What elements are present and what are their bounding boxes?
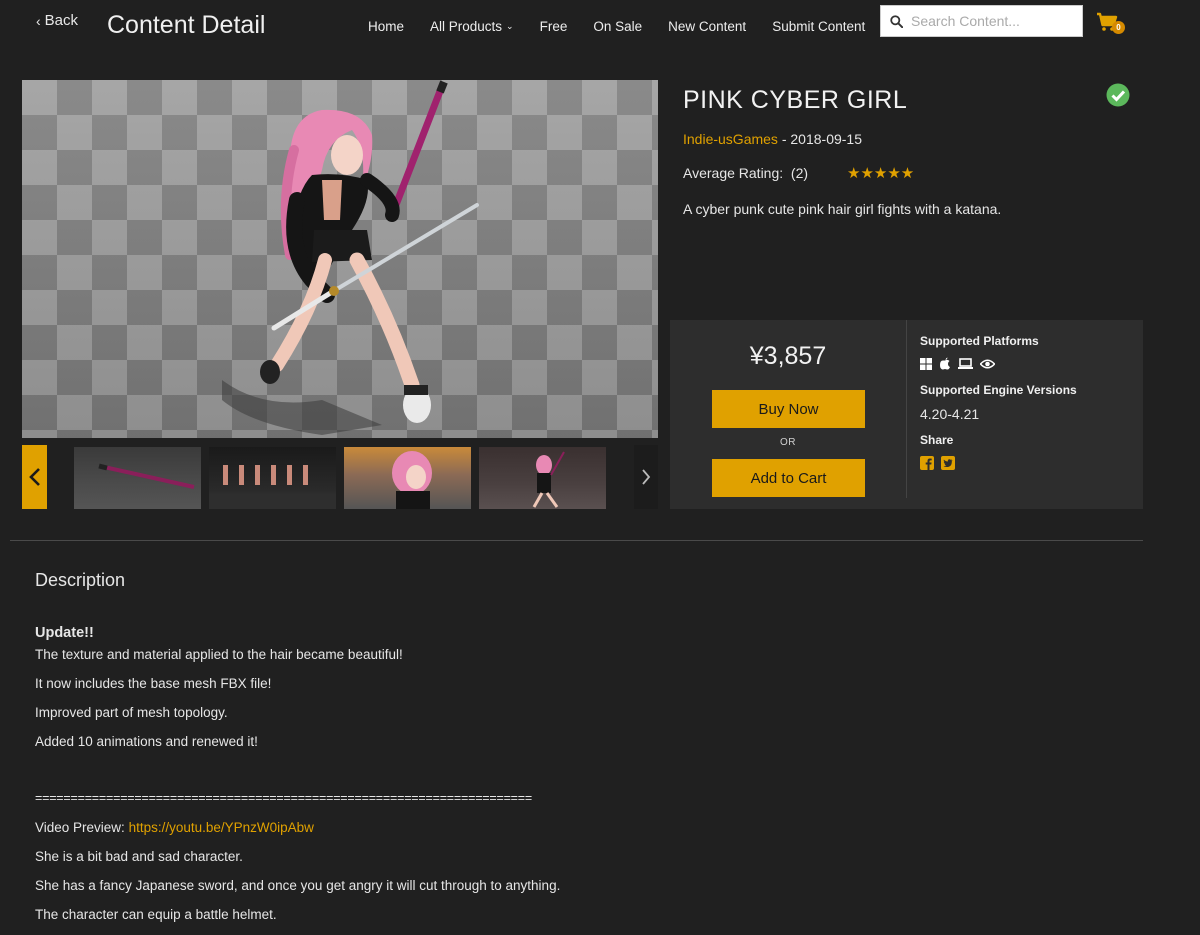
search-box xyxy=(880,5,1083,37)
product-main-image[interactable] xyxy=(22,80,658,438)
or-separator: OR xyxy=(780,437,796,448)
cart-button[interactable]: 0 xyxy=(1096,12,1130,36)
eye-icon xyxy=(980,359,995,368)
nav-home[interactable]: Home xyxy=(368,19,404,34)
search-input[interactable] xyxy=(911,13,1076,29)
thumbnail-pose[interactable] xyxy=(479,447,606,509)
product-title: PINK CYBER GIRL xyxy=(683,86,908,114)
description-heading: Description xyxy=(35,570,126,590)
video-preview: Video Preview: https://youtu.be/YPnzW0ip… xyxy=(35,820,314,835)
main-nav: Home All Products ⌄ Free On Sale New Cont… xyxy=(368,19,891,34)
chevron-left-icon: ‹ xyxy=(36,12,41,29)
twitter-icon[interactable] xyxy=(941,456,955,470)
engine-versions: 4.20-4.21 xyxy=(920,406,980,422)
author-link[interactable]: Indie-usGames xyxy=(683,131,778,147)
verified-check-icon xyxy=(1106,83,1130,107)
search-icon xyxy=(890,14,903,28)
top-navigation: ‹ Back Content Detail Home All Products ⌄… xyxy=(0,0,1200,52)
release-date: 2018-09-15 xyxy=(790,131,863,147)
update-title: Update!! xyxy=(35,625,94,641)
description-line: She has a fancy Japanese sword, and once… xyxy=(35,878,561,893)
back-button[interactable]: ‹ Back xyxy=(36,12,78,29)
supported-platforms-label: Supported Platforms xyxy=(920,334,1039,348)
rating-stars: ★★★★★ xyxy=(847,165,915,182)
separator-line: ========================================… xyxy=(35,791,532,805)
add-to-cart-button[interactable]: Add to Cart xyxy=(712,459,865,497)
platform-icons xyxy=(920,357,995,370)
description-line: The texture and material applied to the … xyxy=(35,647,403,662)
short-description: A cyber punk cute pink hair girl fights … xyxy=(683,201,1002,217)
description-line: It now includes the base mesh FBX file! xyxy=(35,676,272,691)
price: ¥3,857 xyxy=(749,342,827,370)
description-line: Added 10 animations and renewed it! xyxy=(35,734,258,749)
thumbnail-carousel xyxy=(22,445,658,509)
back-label: Back xyxy=(44,12,79,29)
page-title: Content Detail xyxy=(107,11,266,39)
facebook-icon[interactable] xyxy=(920,456,934,470)
laptop-icon xyxy=(958,358,973,369)
nav-new-content[interactable]: New Content xyxy=(668,19,746,34)
nav-on-sale[interactable]: On Sale xyxy=(593,19,642,34)
thumbnail-katana[interactable] xyxy=(74,447,201,509)
average-rating: Average Rating: (2) xyxy=(683,165,808,181)
rating-label: Average Rating: xyxy=(683,165,784,181)
chevron-down-icon: ⌄ xyxy=(506,21,514,31)
chevron-left-icon xyxy=(28,468,40,486)
engine-versions-label: Supported Engine Versions xyxy=(920,383,1077,397)
share-label: Share xyxy=(920,433,954,447)
description-line: Improved part of mesh topology. xyxy=(35,705,228,720)
nav-all-products[interactable]: All Products ⌄ xyxy=(430,19,514,34)
cart-count-badge: 0 xyxy=(1112,21,1125,34)
thumbnail-portrait[interactable] xyxy=(344,447,471,509)
carousel-next-button[interactable] xyxy=(634,445,658,509)
product-meta: Indie-usGames - 2018-09-15 xyxy=(683,131,863,147)
description-line: The character can equip a battle helmet. xyxy=(35,907,277,922)
apple-icon xyxy=(940,357,950,370)
windows-icon xyxy=(920,357,932,370)
nav-free[interactable]: Free xyxy=(540,19,568,34)
purchase-panel: ¥3,857 Buy Now OR Add to Cart Supported … xyxy=(670,320,1143,509)
thumbnail-animations[interactable] xyxy=(209,447,336,509)
share-icons xyxy=(920,456,955,470)
video-preview-link[interactable]: https://youtu.be/YPnzW0ipAbw xyxy=(129,820,314,835)
nav-submit-content[interactable]: Submit Content xyxy=(772,19,865,34)
carousel-prev-button[interactable] xyxy=(22,445,47,509)
panel-divider xyxy=(906,320,907,498)
description-line: She is a bit bad and sad character. xyxy=(35,849,243,864)
section-divider xyxy=(10,540,1143,541)
chevron-right-icon xyxy=(642,469,651,485)
character-render xyxy=(222,80,479,435)
buy-now-button[interactable]: Buy Now xyxy=(712,390,865,428)
rating-count: (2) xyxy=(790,165,809,181)
video-preview-label: Video Preview: xyxy=(35,820,129,835)
